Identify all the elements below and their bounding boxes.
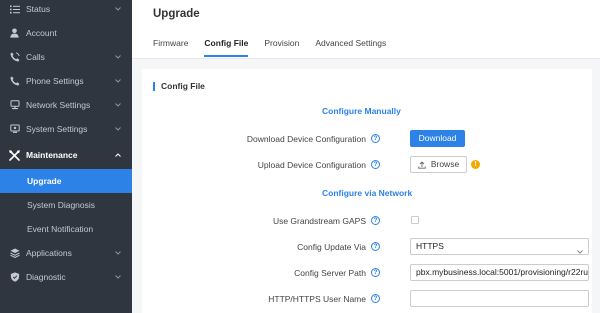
help-icon[interactable]: ? — [371, 216, 380, 225]
warning-icon[interactable]: ! — [471, 160, 480, 169]
configure-via-network-heading: Configure via Network — [322, 188, 413, 198]
sidebar-item-label: System Diagnosis — [27, 200, 96, 210]
chevron-down-icon — [114, 5, 122, 13]
sidebar-item-phone-settings[interactable]: Phone Settings — [0, 69, 132, 93]
help-icon[interactable]: ? — [371, 134, 380, 143]
chevron-down-icon — [114, 53, 122, 61]
apps-icon — [9, 248, 20, 259]
sidebar-item-label: Diagnostic — [26, 272, 66, 282]
chevron-down-icon — [114, 77, 122, 85]
sidebar-item-calls[interactable]: Calls — [0, 45, 132, 69]
config-server-path-label: Config Server Path — [294, 268, 366, 278]
help-icon[interactable]: ? — [371, 160, 380, 169]
chevron-down-icon — [114, 101, 122, 109]
sidebar-item-event-notification[interactable]: Event Notification — [0, 217, 132, 241]
tab-provision[interactable]: Provision — [264, 38, 299, 58]
chevron-down-icon — [577, 244, 583, 259]
config-update-via-label: Config Update Via — [297, 242, 366, 252]
browse-button[interactable]: Browse — [410, 156, 467, 173]
config-server-path-input[interactable]: pbx.mybusiness.local:5001/provisioning/r… — [410, 264, 589, 281]
phone-icon — [9, 52, 20, 63]
tab-advanced-settings[interactable]: Advanced Settings — [315, 38, 386, 58]
sidebar-item-label: Phone Settings — [26, 76, 84, 86]
sidebar-item-label: Applications — [26, 248, 72, 258]
tab-firmware[interactable]: Firmware — [153, 38, 188, 58]
system-icon — [9, 124, 20, 135]
tab-bar: Firmware Config File Provision Advanced … — [153, 38, 402, 58]
config-update-via-select[interactable]: HTTPS — [410, 238, 589, 255]
user-icon — [9, 28, 20, 39]
page-title: Upgrade — [153, 8, 200, 20]
http-username-label: HTTP/HTTPS User Name — [268, 294, 366, 304]
list-icon — [9, 4, 20, 15]
sidebar-item-system-settings[interactable]: System Settings — [0, 117, 132, 141]
sidebar-item-upgrade[interactable]: Upgrade — [0, 169, 132, 193]
upload-icon — [418, 160, 426, 169]
section-title: Config File — [153, 82, 205, 91]
sidebar-item-label: Network Settings — [26, 100, 91, 110]
sidebar-item-label: Status — [26, 4, 51, 14]
gaps-checkbox[interactable] — [411, 216, 419, 224]
config-update-via-value: HTTPS — [416, 241, 444, 251]
sidebar-item-label: Calls — [26, 52, 45, 62]
sidebar-item-label: Account — [26, 28, 57, 38]
sidebar-item-network-settings[interactable]: Network Settings — [0, 93, 132, 117]
help-icon[interactable]: ? — [371, 242, 380, 251]
download-button[interactable]: Download — [410, 130, 465, 147]
sidebar-item-label: Upgrade — [27, 176, 62, 186]
network-icon — [9, 100, 20, 111]
gaps-label: Use Grandstream GAPS — [272, 216, 366, 226]
chevron-up-icon — [114, 151, 122, 159]
chevron-down-icon — [114, 273, 122, 281]
http-username-input[interactable] — [410, 290, 589, 307]
sidebar-item-label: Maintenance — [26, 150, 78, 160]
sidebar-item-applications[interactable]: Applications — [0, 241, 132, 265]
sidebar-item-status[interactable]: Status — [0, 0, 132, 21]
browse-button-label: Browse — [430, 159, 460, 169]
help-icon[interactable]: ? — [371, 268, 380, 277]
sidebar: Status Account Calls Phone Settings Netw… — [0, 0, 132, 313]
shield-icon — [9, 272, 20, 283]
sidebar-item-diagnostic[interactable]: Diagnostic — [0, 265, 132, 289]
upload-config-label: Upload Device Configuration — [257, 160, 366, 170]
phone-settings-icon — [9, 76, 20, 87]
tools-icon — [9, 149, 20, 161]
chevron-down-icon — [114, 249, 122, 257]
sidebar-item-system-diagnosis[interactable]: System Diagnosis — [0, 193, 132, 217]
download-config-label: Download Device Configuration — [246, 134, 366, 144]
main-panel: Upgrade Firmware Config File Provision A… — [132, 0, 600, 313]
configure-manually-heading: Configure Manually — [322, 106, 401, 116]
tab-config-file[interactable]: Config File — [204, 38, 248, 58]
sidebar-item-label: Event Notification — [27, 224, 94, 234]
help-icon[interactable]: ? — [371, 294, 380, 303]
sidebar-item-maintenance[interactable]: Maintenance — [0, 143, 132, 167]
sidebar-item-label: System Settings — [26, 124, 88, 134]
chevron-down-icon — [114, 125, 122, 133]
sidebar-item-account[interactable]: Account — [0, 21, 132, 45]
